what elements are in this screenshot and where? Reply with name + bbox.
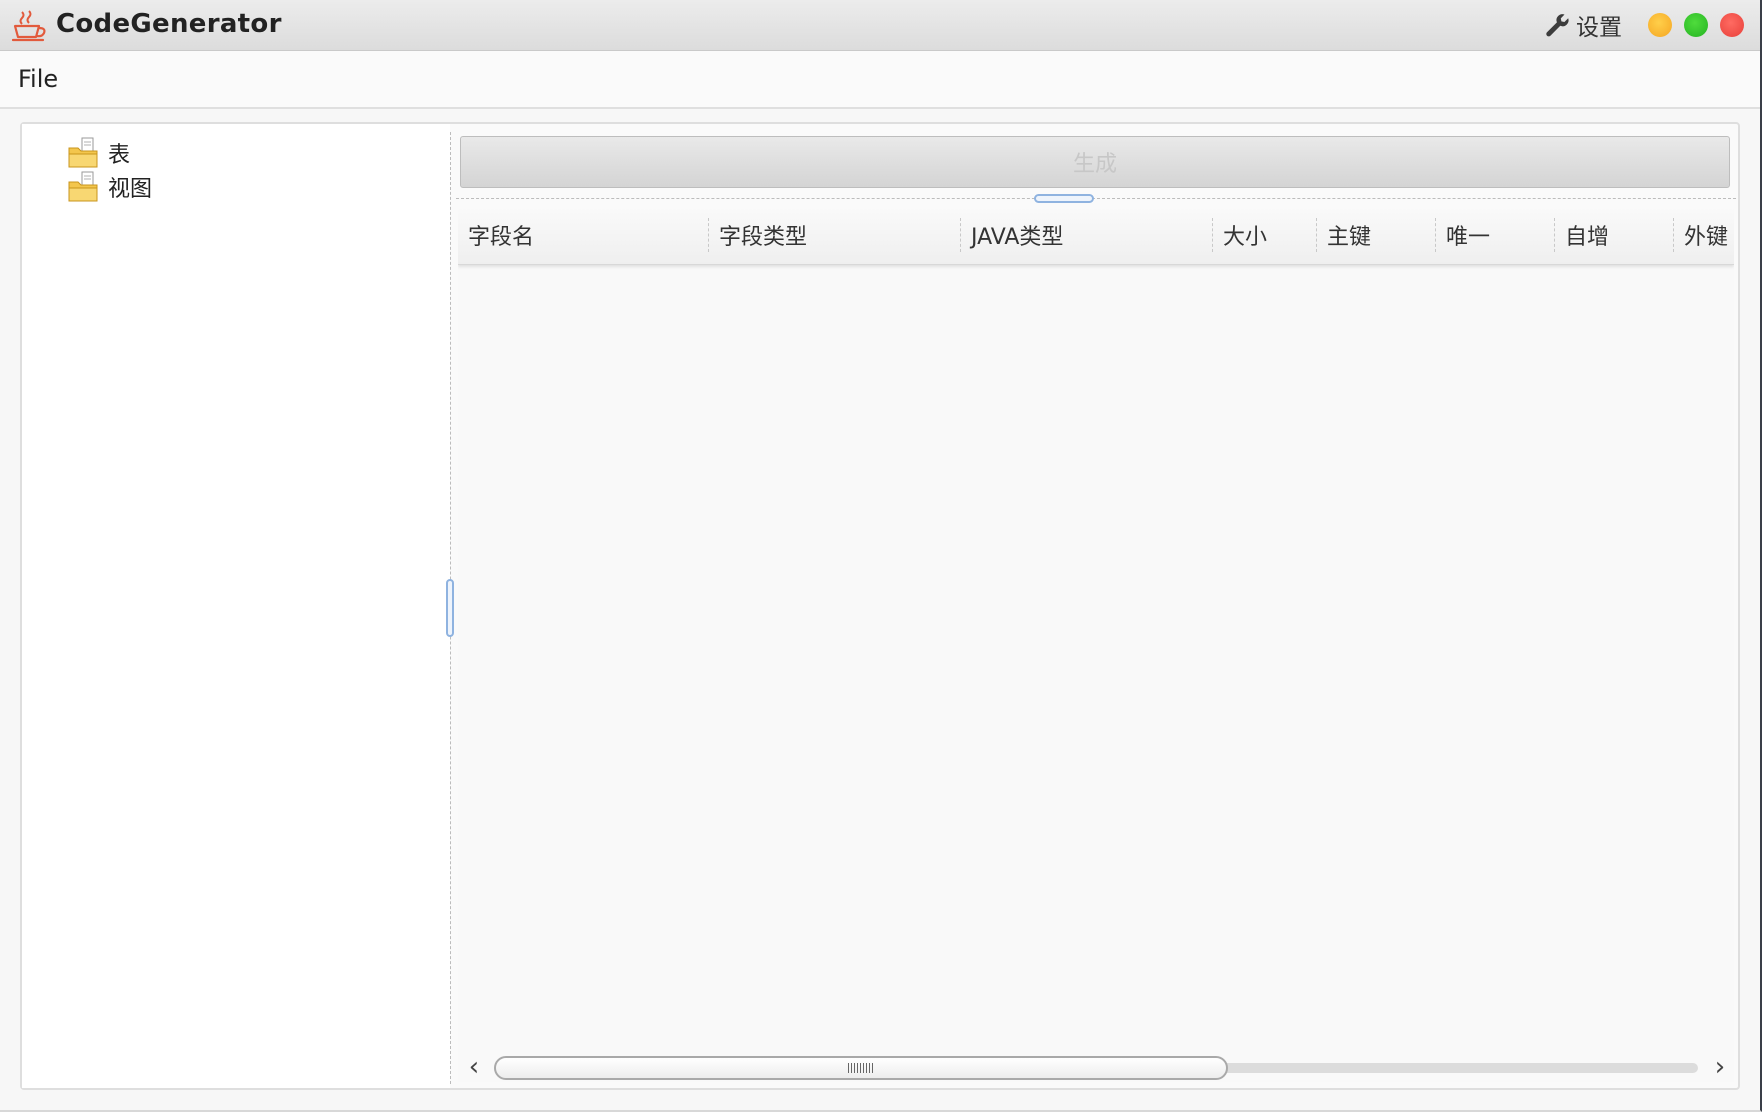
window-title: CodeGenerator [56, 9, 282, 39]
tree-item-tables[interactable]: 表 [68, 136, 130, 170]
tree-item-views[interactable]: 视图 [68, 170, 152, 204]
field-table: 字段名 字段类型 JAVA类型 大小 主键 唯一 自增 外键 ‹ › [458, 206, 1734, 1082]
horizontal-split-divider [456, 198, 1736, 199]
coffee-cup-icon [12, 10, 46, 42]
maximize-button[interactable] [1684, 13, 1708, 37]
tree-item-label: 视图 [108, 177, 153, 202]
title-bar[interactable]: CodeGenerator 设置 [0, 0, 1760, 51]
close-button[interactable] [1720, 13, 1744, 37]
minimize-button[interactable] [1648, 13, 1672, 37]
column-header-field-name[interactable]: 字段名 [458, 206, 708, 264]
scrollbar-thumb[interactable] [494, 1056, 1228, 1080]
column-header-primary-key[interactable]: 主键 [1317, 206, 1435, 264]
wrench-icon [1546, 14, 1569, 37]
tree-item-label: 表 [108, 143, 131, 168]
folder-icon [68, 137, 98, 168]
menu-bar: File [0, 51, 1760, 109]
main-panel: 表 视图 生成 字段名 字段类型 JAVA类型 大小 主键 唯一 自增 外键 ‹… [20, 122, 1740, 1090]
column-header-auto-increment[interactable]: 自增 [1555, 206, 1673, 264]
settings-label: 设置 [1576, 15, 1622, 41]
scroll-right-arrow-icon[interactable]: › [1708, 1052, 1732, 1082]
folder-icon [68, 171, 98, 202]
app-window: CodeGenerator 设置 File 表 视图 生成 字段名 字段类型 J… [0, 0, 1762, 1112]
database-tree: 表 视图 [22, 124, 450, 1088]
generate-button[interactable]: 生成 [460, 136, 1730, 188]
column-header-java-type[interactable]: JAVA类型 [961, 206, 1212, 264]
column-header-unique[interactable]: 唯一 [1436, 206, 1554, 264]
grip-icon [848, 1063, 874, 1073]
horizontal-scrollbar[interactable]: ‹ › [458, 1052, 1734, 1082]
horizontal-split-handle[interactable] [1034, 194, 1094, 203]
column-header-foreign-key[interactable]: 外键 [1674, 206, 1734, 264]
settings-button[interactable]: 设置 [1544, 10, 1622, 41]
column-header-size[interactable]: 大小 [1213, 206, 1316, 264]
scroll-left-arrow-icon[interactable]: ‹ [462, 1052, 486, 1082]
vertical-split-handle[interactable] [446, 579, 454, 637]
table-header: 字段名 字段类型 JAVA类型 大小 主键 唯一 自增 外键 [458, 206, 1734, 265]
menu-file[interactable]: File [18, 65, 58, 93]
column-header-field-type[interactable]: 字段类型 [709, 206, 960, 264]
